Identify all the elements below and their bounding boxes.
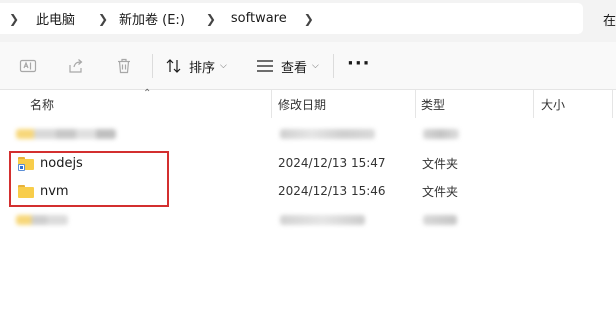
chevron-down-icon: ⌵: [312, 61, 319, 71]
view-list-icon: [257, 60, 273, 72]
file-type: 文件夹: [422, 184, 459, 199]
column-divider[interactable]: [271, 90, 272, 118]
chevron-down-icon: ⌵: [220, 61, 227, 71]
highlight-annotation-box: [9, 151, 169, 207]
redacted-name: [16, 129, 116, 139]
column-header-type[interactable]: 类型: [421, 90, 445, 118]
sort-label: 排序: [189, 60, 216, 76]
column-header-date[interactable]: 修改日期: [278, 90, 326, 118]
toolbar-divider: [333, 54, 334, 78]
redacted-type: [423, 215, 457, 225]
redacted-name: [16, 215, 68, 225]
breadcrumb-drive[interactable]: 新加卷 (E:): [111, 9, 191, 28]
file-type: 文件夹: [422, 156, 459, 171]
share-icon[interactable]: [66, 56, 86, 76]
toolbar-divider: [152, 54, 153, 78]
chevron-right-icon[interactable]: ❯: [6, 12, 22, 26]
delete-icon[interactable]: [114, 56, 134, 76]
chevron-right-icon[interactable]: ❯: [301, 12, 317, 26]
column-header-row: 名称 修改日期 类型 大小: [0, 90, 616, 118]
redacted-type: [423, 129, 459, 139]
column-header-name[interactable]: 名称: [30, 90, 54, 118]
sort-icon: [166, 59, 181, 73]
chevron-right-icon[interactable]: ❯: [203, 12, 219, 26]
search-box-label[interactable]: 在: [603, 10, 616, 29]
list-item-redacted[interactable]: [0, 206, 616, 234]
command-bar: 排序 ⌵ 查看 ⌵ ···: [0, 42, 616, 90]
chevron-right-icon[interactable]: ❯: [95, 12, 111, 26]
modified-date: 2024/12/13 15:46: [278, 184, 386, 198]
rename-icon[interactable]: [18, 56, 38, 76]
breadcrumb-software[interactable]: software: [219, 11, 293, 26]
sort-button[interactable]: 排序 ⌵: [165, 55, 227, 77]
address-bar-area: ❯ 此电脑 ❯ 新加卷 (E:) ❯ software ❯ 在: [0, 0, 616, 42]
column-divider[interactable]: [415, 90, 416, 118]
list-item-redacted[interactable]: [0, 120, 616, 148]
breadcrumb-this-pc[interactable]: 此电脑: [22, 9, 81, 28]
redacted-date: [280, 129, 375, 139]
column-divider[interactable]: [612, 90, 613, 118]
modified-date: 2024/12/13 15:47: [278, 156, 386, 170]
redacted-date: [280, 215, 365, 225]
column-header-size[interactable]: 大小: [541, 90, 565, 118]
address-bar[interactable]: ❯ 此电脑 ❯ 新加卷 (E:) ❯ software ❯: [0, 3, 583, 34]
view-button[interactable]: 查看 ⌵: [256, 55, 319, 77]
view-label: 查看: [281, 60, 308, 76]
column-divider[interactable]: [533, 90, 534, 118]
more-options-button[interactable]: ···: [347, 53, 371, 74]
